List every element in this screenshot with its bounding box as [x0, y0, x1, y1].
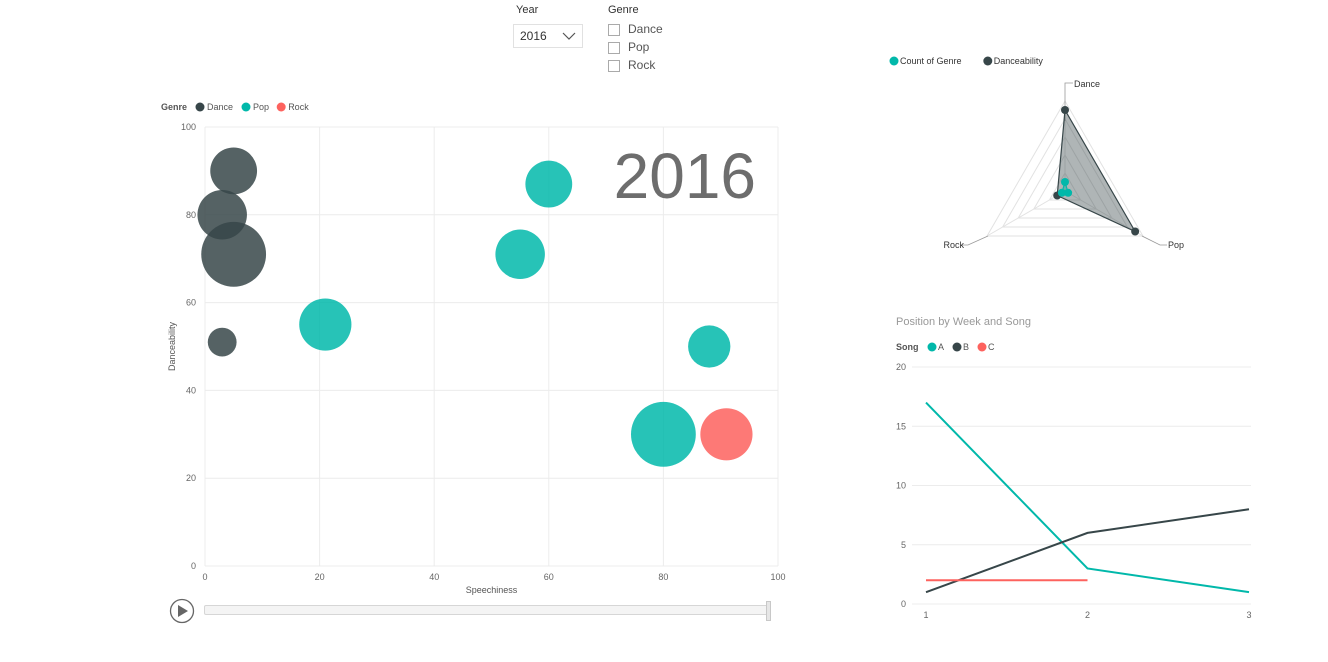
bubble-pop[interactable] — [688, 325, 731, 368]
line-series-a[interactable] — [925, 401, 1250, 594]
line-chart-title: Position by Week and Song — [896, 316, 1031, 328]
radar-label-leader — [1141, 235, 1167, 246]
play-axis-handle[interactable] — [766, 601, 771, 621]
legend-marker-b — [952, 342, 962, 352]
legend-marker — [889, 56, 899, 66]
bubble-pop[interactable] — [495, 229, 545, 280]
legend-title: Song — [896, 342, 919, 352]
radar-point-danceability[interactable] — [1131, 227, 1140, 236]
bubble-pop[interactable] — [299, 298, 352, 351]
x-tick-label: 100 — [770, 572, 785, 582]
y-tick-label: 80 — [186, 210, 196, 220]
legend-item-b[interactable]: B — [963, 342, 969, 352]
x-tick-label: 1 — [923, 610, 928, 620]
y-tick-label: 0 — [191, 561, 196, 571]
y-tick-label: 40 — [186, 385, 196, 395]
play-axis-slider[interactable] — [204, 605, 770, 615]
bubble-pop[interactable] — [525, 160, 573, 208]
legend-item-danceability[interactable]: Danceability — [994, 56, 1044, 66]
bubble-pop[interactable] — [631, 401, 696, 467]
x-tick-label: 40 — [429, 572, 439, 582]
legend-item-pop[interactable]: Pop — [253, 102, 269, 112]
bubble-dance[interactable] — [210, 147, 258, 195]
bubble-dance[interactable] — [207, 327, 237, 357]
legend-item-count-of-genre[interactable]: Count of Genre — [900, 56, 962, 66]
y-tick-label: 20 — [186, 473, 196, 483]
scatter-chart[interactable]: Genre Dance Pop Rock 2016 0 20 40 60 80 100 0 20 40… — [0, 0, 800, 600]
radar-chart[interactable]: Count of Genre Danceability Dance Pop Rock — [880, 50, 1210, 260]
y-tick-label: 15 — [896, 421, 906, 431]
line-chart[interactable]: Position by Week and Song Song A B C 0 5 10 15… — [880, 305, 1260, 625]
radar-category-label: Dance — [1074, 79, 1100, 89]
radar-category-label: Pop — [1168, 240, 1184, 250]
y-tick-label: 20 — [896, 362, 906, 372]
legend-item-a[interactable]: A — [938, 342, 944, 352]
play-axis-year-watermark: 2016 — [614, 140, 756, 212]
legend-item-c[interactable]: C — [988, 342, 995, 352]
y-axis-title: Danceability — [167, 321, 177, 371]
x-tick-label: 20 — [315, 572, 325, 582]
legend-marker-c — [977, 342, 987, 352]
legend-marker-pop — [241, 102, 251, 112]
radar-label-leader — [961, 235, 989, 246]
legend-title: Genre — [161, 102, 187, 112]
radar-point-danceability[interactable] — [1061, 106, 1069, 114]
bubble-dance[interactable] — [201, 221, 267, 287]
radar-point-count-of-genre[interactable] — [1061, 178, 1069, 186]
x-tick-label: 2 — [1085, 610, 1090, 620]
play-icon[interactable] — [169, 598, 195, 624]
x-tick-label: 0 — [202, 572, 207, 582]
x-axis-title: Speechiness — [466, 585, 518, 595]
legend-marker-rock — [276, 102, 286, 112]
y-tick-label: 60 — [186, 298, 196, 308]
bubble-rock[interactable] — [700, 408, 753, 461]
x-tick-label: 80 — [658, 572, 668, 582]
y-tick-label: 5 — [901, 540, 906, 550]
y-tick-label: 100 — [181, 122, 196, 132]
x-tick-label: 60 — [544, 572, 554, 582]
y-tick-label: 0 — [901, 599, 906, 609]
legend-marker-a — [927, 342, 937, 352]
legend-marker — [983, 56, 993, 66]
radar-category-label: Rock — [943, 240, 964, 250]
radar-point-count-of-genre[interactable] — [1057, 188, 1066, 197]
radar-area-danceability — [1056, 108, 1137, 233]
legend-item-dance[interactable]: Dance — [207, 102, 233, 112]
legend-item-rock[interactable]: Rock — [288, 102, 309, 112]
y-tick-label: 10 — [896, 481, 906, 491]
legend-marker-dance — [195, 102, 205, 112]
x-tick-label: 3 — [1246, 610, 1251, 620]
radar-axis — [986, 190, 1066, 237]
